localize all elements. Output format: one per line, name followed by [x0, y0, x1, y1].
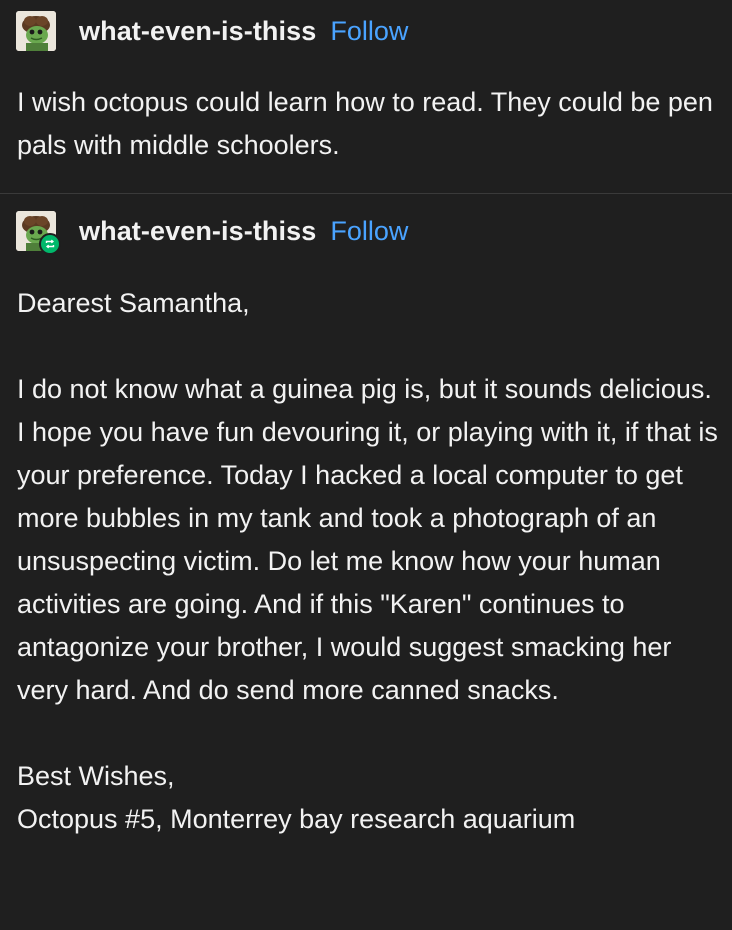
post: what-even-is-thiss Follow I wish octopus… [0, 0, 732, 193]
follow-button[interactable]: Follow [330, 16, 408, 47]
avatar[interactable] [16, 211, 61, 255]
post: what-even-is-thiss Follow Dearest Samant… [0, 194, 732, 930]
post-greeting: Dearest Samantha, [17, 288, 250, 318]
username[interactable]: what-even-is-thiss [79, 16, 316, 47]
follow-button[interactable]: Follow [330, 216, 408, 247]
post-text: I do not know what a guinea pig is, but … [17, 374, 718, 705]
avatar[interactable] [16, 11, 56, 51]
post-header: what-even-is-thiss Follow [16, 211, 408, 255]
reblog-icon [39, 233, 61, 255]
post-body: I wish octopus could learn how to read. … [17, 81, 718, 167]
post-body: Dearest Samantha, I do not know what a g… [17, 282, 718, 841]
post-signature: Octopus #5, Monterrey bay research aquar… [17, 804, 576, 834]
username[interactable]: what-even-is-thiss [79, 216, 316, 247]
post-text: I wish octopus could learn how to read. … [17, 87, 713, 160]
frog-avatar-icon [16, 11, 56, 51]
post-header: what-even-is-thiss Follow [16, 11, 408, 51]
post-signoff: Best Wishes, [17, 761, 175, 791]
